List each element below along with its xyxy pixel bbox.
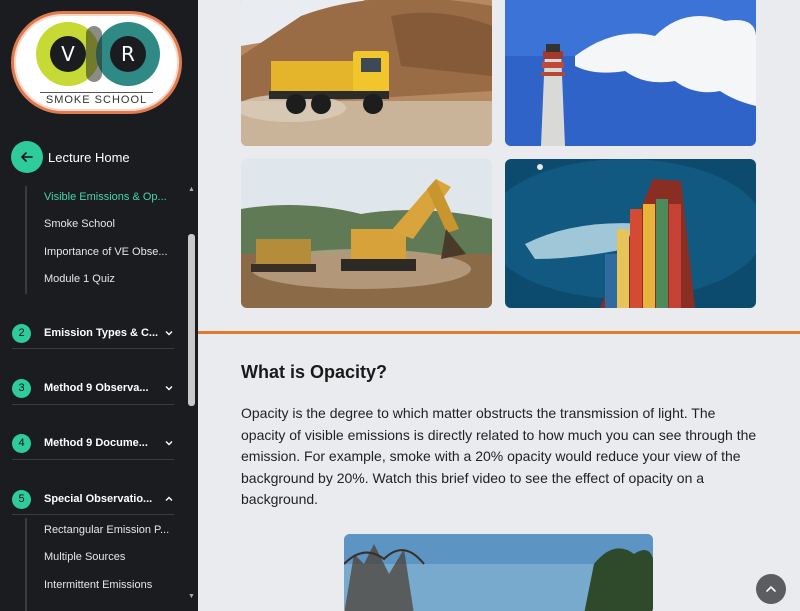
section-title: Emission Types & C... <box>44 327 159 339</box>
lecture-home-link[interactable]: Lecture Home <box>11 141 130 173</box>
chevron-down-icon[interactable] <box>164 438 174 448</box>
dump-truck-image <box>241 0 492 146</box>
smoke-school-logo: V R SMOKE SCHOOL <box>11 11 182 114</box>
smokestack-image <box>505 0 756 146</box>
scroll-up-arrow-icon[interactable]: ▲ <box>188 186 195 193</box>
lesson-module1-quiz[interactable]: Module 1 Quiz <box>44 273 115 285</box>
logo-letter-r: R <box>110 36 146 72</box>
lesson-smoke-school[interactable]: Smoke School <box>44 218 115 230</box>
chevron-down-icon[interactable] <box>164 383 174 393</box>
sidebar-scrollbar[interactable]: ▲ ▼ <box>187 186 196 600</box>
chevron-up-icon[interactable] <box>164 494 174 504</box>
section-divider <box>198 331 800 334</box>
lesson-multiple-sources[interactable]: Multiple Sources <box>44 551 125 563</box>
section-4[interactable]: 4 Method 9 Docume... <box>12 429 174 457</box>
section-2[interactable]: 2 Emission Types & C... <box>12 319 174 347</box>
section-title: Method 9 Observa... <box>44 382 149 394</box>
container-ship-image <box>505 159 756 308</box>
section-3[interactable]: 3 Method 9 Observa... <box>12 374 174 402</box>
scroll-to-top-button[interactable] <box>756 574 786 604</box>
section-title: Method 9 Docume... <box>44 437 148 449</box>
lesson-importance-ve[interactable]: Importance of VE Obse... <box>44 246 168 258</box>
section-number-badge: 5 <box>12 489 31 509</box>
section-number-badge: 4 <box>12 433 31 453</box>
scrollbar-thumb[interactable] <box>188 234 195 406</box>
opacity-video[interactable] <box>344 534 653 611</box>
section-number-badge: 2 <box>12 323 31 343</box>
scroll-down-arrow-icon[interactable]: ▼ <box>188 593 195 600</box>
opacity-description: Opacity is the degree to which matter ob… <box>241 405 757 507</box>
section-5[interactable]: 5 Special Observatio... <box>12 485 174 513</box>
chevron-down-icon[interactable] <box>164 328 174 338</box>
module1-track <box>25 186 27 294</box>
logo-letter-v: V <box>50 36 86 72</box>
section5-track <box>25 518 27 611</box>
page-heading: What is Opacity? <box>241 362 388 382</box>
lesson-visible-emissions[interactable]: Visible Emissions & Op... <box>44 191 167 203</box>
chevron-up-icon <box>766 585 776 592</box>
sidebar: V R SMOKE SCHOOL Lecture Home Visible Em… <box>0 0 198 611</box>
excavator-image <box>241 159 492 308</box>
section-title: Special Observatio... <box>44 493 153 505</box>
lesson-rectangular-emission[interactable]: Rectangular Emission P... <box>44 524 169 536</box>
lesson-intermittent-emissions[interactable]: Intermittent Emissions <box>44 579 152 591</box>
section-number-badge: 3 <box>12 378 31 398</box>
lecture-home-label: Lecture Home <box>48 149 130 165</box>
logo-text: SMOKE SCHOOL <box>45 94 148 106</box>
back-arrow-icon[interactable] <box>11 141 43 173</box>
main-content: What is Opacity? Opacity is the degree t… <box>198 0 800 611</box>
